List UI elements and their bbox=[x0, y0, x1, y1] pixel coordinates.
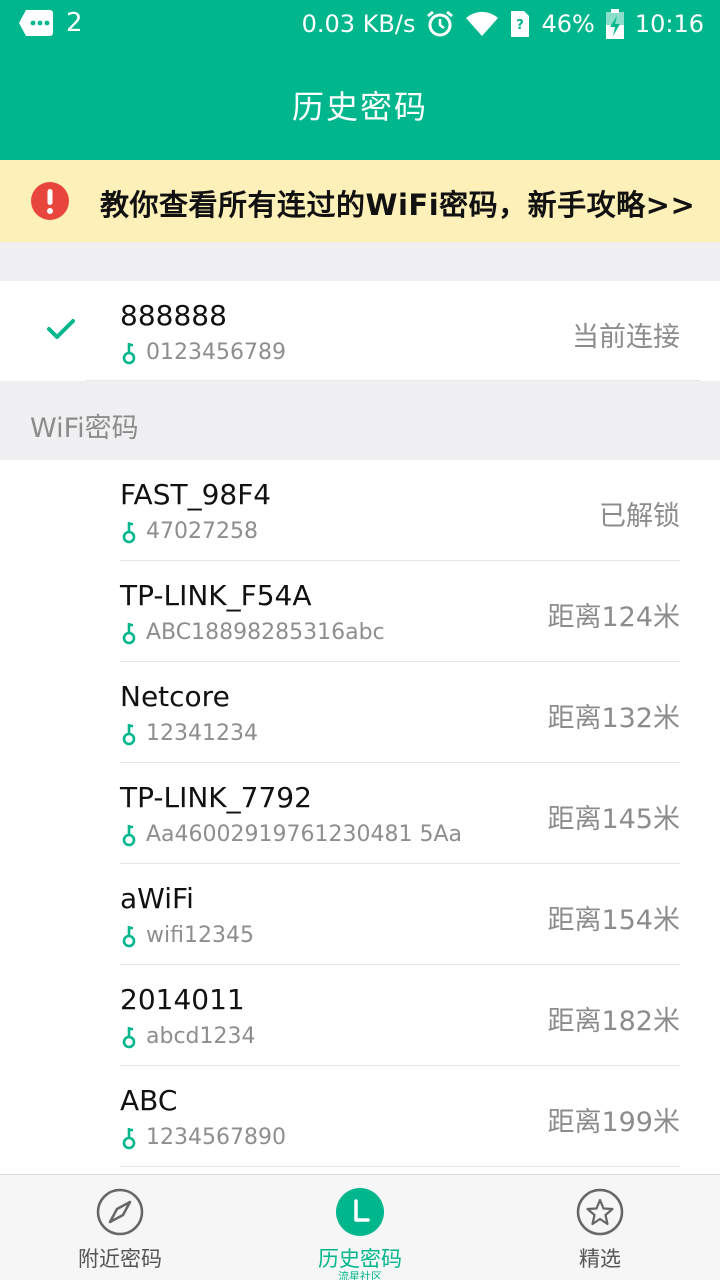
page-title: 历史密码 bbox=[291, 88, 428, 126]
network-password: 47027258 bbox=[122, 519, 258, 544]
tab-nearby-passwords[interactable]: 附近密码 bbox=[0, 1175, 240, 1280]
tip-banner-text: 教你查看所有连过的WiFi密码，新手攻略>> bbox=[100, 188, 696, 222]
divider bbox=[85, 380, 700, 381]
password-text: Aa46002919761230481 5Aa bbox=[146, 822, 463, 847]
tab-watermark-label: 流星社区 bbox=[338, 1270, 382, 1280]
network-status: 距离145米 bbox=[547, 804, 680, 835]
tab-featured[interactable]: 精选 bbox=[480, 1175, 720, 1280]
svg-text:?: ? bbox=[517, 18, 525, 33]
tab-history-passwords[interactable]: 历史密码 流星社区 bbox=[240, 1175, 480, 1280]
star-icon bbox=[576, 1188, 624, 1236]
list-item[interactable]: TP-LINK_F54A ABC18898285316abc 距离124米 bbox=[0, 561, 720, 662]
key-icon bbox=[122, 622, 136, 644]
key-icon bbox=[122, 342, 136, 364]
password-text: abcd1234 bbox=[146, 1024, 256, 1049]
password-text: 1234567890 bbox=[146, 1125, 286, 1150]
network-status: 距离182米 bbox=[547, 1006, 680, 1037]
password-text: 47027258 bbox=[146, 519, 258, 544]
tab-label: 附近密码 bbox=[78, 1247, 162, 1271]
divider bbox=[120, 1166, 680, 1167]
history-icon bbox=[336, 1188, 384, 1236]
network-status: 已解锁 bbox=[599, 501, 680, 532]
network-status: 距离124米 bbox=[547, 602, 680, 633]
list-item[interactable]: ABC 1234567890 距离199米 bbox=[0, 1066, 720, 1167]
warning-icon bbox=[31, 182, 69, 220]
list-item[interactable]: TP-LINK_7792 Aa46002919761230481 5Aa 距离1… bbox=[0, 763, 720, 864]
tab-label: 精选 bbox=[579, 1247, 621, 1271]
sim-unknown-icon: ? bbox=[511, 11, 530, 37]
network-password: abcd1234 bbox=[122, 1024, 256, 1049]
key-icon bbox=[122, 521, 136, 543]
network-status: 距离132米 bbox=[547, 703, 680, 734]
current-network-name: 888888 bbox=[120, 299, 227, 332]
key-icon bbox=[122, 1127, 136, 1149]
notification-count: 2 bbox=[66, 8, 83, 38]
network-password: 12341234 bbox=[122, 721, 258, 746]
password-text: 12341234 bbox=[146, 721, 258, 746]
compass-icon bbox=[96, 1188, 144, 1236]
current-network-row[interactable]: 888888 0123456789 当前连接 bbox=[0, 281, 720, 381]
connection-status: 当前连接 bbox=[572, 322, 680, 353]
app-bar: 历史密码 bbox=[0, 50, 720, 160]
network-speed: 0.03 KB/s bbox=[301, 10, 416, 38]
current-network-password: 0123456789 bbox=[122, 340, 286, 365]
network-status: 距离154米 bbox=[547, 905, 680, 936]
clock: 10:16 bbox=[634, 10, 704, 38]
battery-percent: 46% bbox=[541, 10, 595, 38]
list-item[interactable]: FAST_98F4 47027258 已解锁 bbox=[0, 460, 720, 561]
password-text: wifi12345 bbox=[146, 923, 254, 948]
network-password: Aa46002919761230481 5Aa bbox=[122, 822, 462, 847]
key-icon bbox=[122, 824, 136, 846]
password-text: ABC18898285316abc bbox=[146, 620, 385, 645]
bottom-tab-bar: 附近密码 历史密码 流星社区 精选 bbox=[0, 1174, 720, 1280]
network-name: TP-LINK_7792 bbox=[120, 781, 312, 814]
section-header: WiFi密码 bbox=[0, 382, 720, 460]
connected-check-icon bbox=[47, 319, 75, 339]
key-icon bbox=[122, 925, 136, 947]
network-name: 2014011 bbox=[120, 983, 245, 1016]
network-name: ABC bbox=[120, 1084, 178, 1117]
battery-charging-icon bbox=[605, 9, 624, 39]
section-title: WiFi密码 bbox=[30, 413, 139, 444]
alarm-icon bbox=[427, 10, 454, 37]
wifi-signal-icon bbox=[466, 11, 499, 37]
list-item[interactable]: 2014011 abcd1234 距离182米 bbox=[0, 965, 720, 1066]
network-name: Netcore bbox=[120, 680, 230, 713]
list-item[interactable]: aWiFi wifi12345 距离154米 bbox=[0, 864, 720, 965]
key-icon bbox=[122, 723, 136, 745]
network-name: aWiFi bbox=[120, 882, 194, 915]
message-notification-icon bbox=[19, 10, 53, 36]
wifi-list[interactable]: FAST_98F4 47027258 已解锁 TP-LINK_F54A ABC1… bbox=[0, 460, 720, 1174]
network-name: TP-LINK_F54A bbox=[120, 579, 312, 612]
status-bar: 2 0.03 KB/s ? 46% 10:16 bbox=[0, 0, 720, 50]
list-item[interactable]: Netcore 12341234 距离132米 bbox=[0, 662, 720, 763]
network-password: wifi12345 bbox=[122, 923, 254, 948]
password-text: 0123456789 bbox=[146, 340, 286, 365]
tip-banner[interactable]: 教你查看所有连过的WiFi密码，新手攻略>> bbox=[0, 160, 720, 242]
network-password: 1234567890 bbox=[122, 1125, 286, 1150]
key-icon bbox=[122, 1026, 136, 1048]
network-name: FAST_98F4 bbox=[120, 478, 272, 511]
network-status: 距离199米 bbox=[547, 1107, 680, 1138]
network-password: ABC18898285316abc bbox=[122, 620, 385, 645]
